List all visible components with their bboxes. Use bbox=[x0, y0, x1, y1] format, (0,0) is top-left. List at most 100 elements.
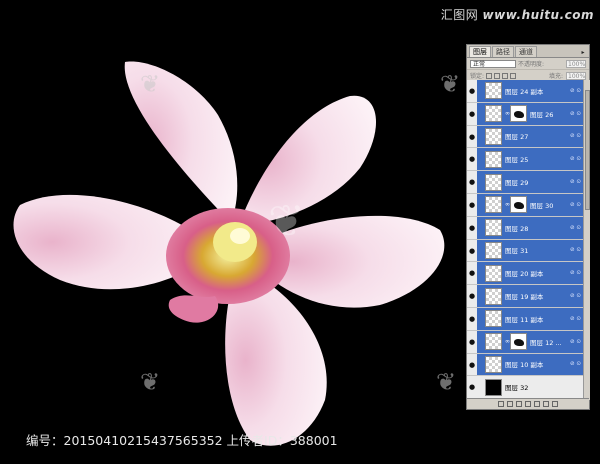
scrollbar-thumb[interactable] bbox=[585, 90, 590, 210]
layer-effects-icon[interactable]: ⊘ ⊙ bbox=[570, 111, 581, 117]
layer-list: ● 图层 24 副本 ⊘ ⊙ ● ∞ 图层 26 ⊘ ⊙ ● 图层 27 ⊘ ⊙ ● 图层 25 ⊘ ⊙… bbox=[467, 80, 583, 400]
visibility-eye-icon[interactable]: ● bbox=[467, 239, 477, 262]
layer-row[interactable]: ● 图层 24 副本 ⊘ ⊙ bbox=[467, 80, 583, 103]
layer-name[interactable]: 图层 26 bbox=[530, 109, 570, 119]
layers-panel: 图层 路径 通道 ▸ 正常 不透明度: 100% 锁定: 填充: 100% ● 图… bbox=[466, 44, 590, 410]
layer-row[interactable]: ● 图层 31 ⊘ ⊙ bbox=[467, 239, 583, 263]
visibility-eye-icon[interactable]: ● bbox=[467, 193, 477, 216]
layer-name[interactable]: 图层 31 bbox=[505, 245, 570, 255]
layer-name[interactable]: 图层 10 副本 bbox=[505, 359, 570, 369]
layer-mask-icon[interactable] bbox=[516, 401, 522, 407]
watermark-logo: ❦ bbox=[140, 70, 161, 98]
layer-row[interactable]: ● ∞ 图层 30 ⊘ ⊙ bbox=[467, 193, 583, 217]
watermark-center-logo: ❦ bbox=[268, 196, 305, 247]
visibility-eye-icon[interactable]: ● bbox=[467, 285, 477, 307]
layer-row[interactable]: ● ∞ 图层 26 ⊘ ⊙ bbox=[467, 102, 583, 126]
layer-name[interactable]: 图层 30 bbox=[530, 200, 570, 210]
layer-row[interactable]: ● 图层 25 ⊘ ⊙ bbox=[467, 148, 583, 172]
petal-upper-right bbox=[240, 95, 377, 226]
layer-name[interactable]: 图层 29 bbox=[505, 177, 570, 187]
layer-thumbnail bbox=[485, 287, 502, 305]
layer-name[interactable]: 图层 28 bbox=[505, 223, 570, 233]
layer-effects-icon[interactable]: ⊘ ⊙ bbox=[570, 133, 581, 139]
layer-name[interactable]: 图层 32 bbox=[505, 382, 583, 392]
visibility-eye-icon[interactable]: ● bbox=[467, 80, 477, 102]
blend-row: 正常 不透明度: 100% bbox=[467, 58, 589, 70]
layer-effects-icon[interactable]: ⊘ ⊙ bbox=[570, 361, 581, 367]
layer-name[interactable]: 图层 12 ... bbox=[530, 337, 570, 347]
visibility-eye-icon[interactable]: ● bbox=[467, 216, 477, 239]
visibility-eye-icon[interactable]: ● bbox=[467, 307, 477, 330]
layer-mask-thumbnail[interactable] bbox=[510, 333, 527, 351]
site-url: www.huitu.com bbox=[482, 8, 594, 22]
layer-effects-icon[interactable]: ⊘ ⊙ bbox=[570, 247, 581, 253]
tab-layers[interactable]: 图层 bbox=[469, 46, 491, 57]
layer-row[interactable]: ● 图层 20 副本 ⊘ ⊙ bbox=[467, 262, 583, 286]
layer-thumbnail bbox=[485, 127, 502, 145]
opacity-label: 不透明度: bbox=[518, 61, 545, 68]
layer-effects-icon[interactable]: ⊘ ⊙ bbox=[570, 293, 581, 299]
visibility-eye-icon[interactable]: ● bbox=[467, 353, 477, 376]
watermark-logo: ❦ bbox=[140, 368, 161, 396]
layer-name[interactable]: 图层 27 bbox=[505, 131, 570, 141]
layer-effects-icon[interactable]: ⊘ ⊙ bbox=[570, 316, 581, 322]
layer-thumbnail bbox=[485, 219, 502, 237]
opacity-input[interactable]: 100% bbox=[566, 59, 586, 68]
layer-mask-thumbnail[interactable] bbox=[510, 105, 527, 123]
layer-effects-icon[interactable]: ⊘ ⊙ bbox=[570, 339, 581, 345]
visibility-eye-icon[interactable]: ● bbox=[467, 376, 477, 399]
site-watermark: 汇图网 www.huitu.com bbox=[441, 6, 594, 23]
visibility-eye-icon[interactable]: ● bbox=[467, 262, 477, 285]
layer-name[interactable]: 图层 24 副本 bbox=[505, 86, 570, 96]
layer-effects-icon[interactable]: ⊘ ⊙ bbox=[570, 270, 581, 276]
layer-effects-icon[interactable]: ⊘ ⊙ bbox=[570, 225, 581, 231]
panel-footer bbox=[467, 398, 589, 409]
lock-transparency-icon[interactable] bbox=[486, 72, 493, 79]
adjustment-layer-icon[interactable] bbox=[525, 401, 531, 407]
layer-style-icon[interactable] bbox=[507, 401, 513, 407]
layer-effects-icon[interactable]: ⊘ ⊙ bbox=[570, 179, 581, 185]
lock-pixels-icon[interactable] bbox=[494, 72, 501, 79]
layer-name[interactable]: 图层 19 副本 bbox=[505, 291, 570, 301]
layer-effects-icon[interactable]: ⊘ ⊙ bbox=[570, 202, 581, 208]
new-layer-icon[interactable] bbox=[543, 401, 549, 407]
layer-name[interactable]: 图层 25 bbox=[505, 154, 570, 164]
layer-row[interactable]: ● 图层 27 ⊘ ⊙ bbox=[467, 125, 583, 149]
tab-channels[interactable]: 通道 bbox=[515, 46, 537, 57]
layer-row[interactable]: ● 图层 10 副本 ⊘ ⊙ bbox=[467, 353, 583, 377]
layer-mask-thumbnail[interactable] bbox=[510, 196, 527, 214]
visibility-eye-icon[interactable]: ● bbox=[467, 125, 477, 148]
link-layers-icon[interactable] bbox=[498, 401, 504, 407]
layer-effects-icon[interactable]: ⊘ ⊙ bbox=[570, 88, 581, 94]
layer-row[interactable]: ● 图层 28 ⊘ ⊙ bbox=[467, 216, 583, 240]
layer-thumbnail bbox=[485, 196, 502, 214]
layer-row[interactable]: ● 图层 29 ⊘ ⊙ bbox=[467, 171, 583, 194]
lock-label: 锁定: bbox=[470, 73, 485, 80]
lock-all-icon[interactable] bbox=[510, 72, 517, 79]
visibility-eye-icon[interactable]: ● bbox=[467, 102, 477, 125]
visibility-eye-icon[interactable]: ● bbox=[467, 148, 477, 171]
visibility-eye-icon[interactable]: ● bbox=[467, 330, 477, 353]
layer-row[interactable]: ● ∞ 图层 12 ... ⊘ ⊙ bbox=[467, 330, 583, 354]
image-caption: 编号：20150410215437565352 上传者ID：388001 bbox=[26, 433, 338, 448]
panel-menu-icon[interactable]: ▸ bbox=[579, 49, 587, 57]
delete-layer-icon[interactable] bbox=[552, 401, 558, 407]
layer-name[interactable]: 图层 20 副本 bbox=[505, 268, 570, 278]
blend-mode-select[interactable]: 正常 bbox=[470, 59, 516, 68]
layer-effects-icon[interactable]: ⊘ ⊙ bbox=[570, 156, 581, 162]
new-group-icon[interactable] bbox=[534, 401, 540, 407]
layer-thumbnail bbox=[485, 105, 502, 123]
layer-row[interactable]: ● 图层 19 副本 ⊘ ⊙ bbox=[467, 285, 583, 308]
layer-row[interactable]: ● 图层 32 bbox=[467, 376, 583, 400]
watermark-logo: ❦ bbox=[440, 70, 461, 98]
visibility-eye-icon[interactable]: ● bbox=[467, 171, 477, 193]
layer-list-scrollbar[interactable] bbox=[583, 80, 590, 400]
layer-thumbnail bbox=[485, 333, 502, 351]
lock-position-icon[interactable] bbox=[502, 72, 509, 79]
layer-thumbnail bbox=[485, 378, 502, 396]
tab-paths[interactable]: 路径 bbox=[492, 46, 514, 57]
layer-name[interactable]: 图层 11 副本 bbox=[505, 314, 570, 324]
fill-input[interactable]: 100% bbox=[566, 71, 586, 80]
layer-row[interactable]: ● 图层 11 副本 ⊘ ⊙ bbox=[467, 307, 583, 331]
panel-tab-bar: 图层 路径 通道 ▸ bbox=[467, 45, 589, 58]
